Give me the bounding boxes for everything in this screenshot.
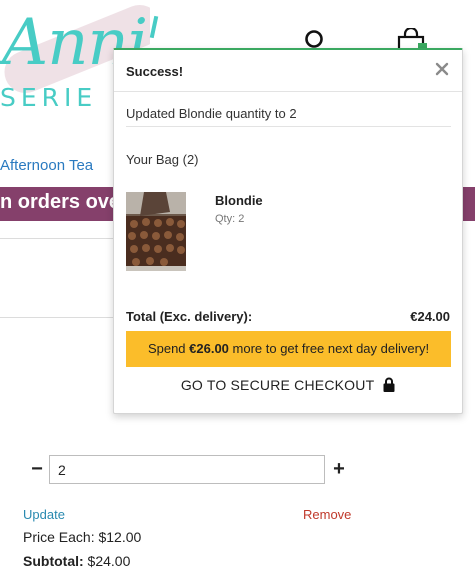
toast-title: Success! <box>126 64 184 79</box>
lock-icon <box>383 377 395 392</box>
toast-header: Success! <box>114 50 462 92</box>
toast-message: Updated Blondie quantity to 2 <box>126 106 297 121</box>
delivery-amount: €26.00 <box>189 341 229 356</box>
divider <box>0 238 114 239</box>
logo-apostrophe <box>149 15 159 39</box>
delivery-prefix: Spend <box>147 341 190 356</box>
checkout-label: GO TO SECURE CHECKOUT <box>180 377 375 393</box>
update-link[interactable]: Update <box>23 507 65 522</box>
total-value: €24.00 <box>410 309 450 324</box>
quantity-increase-button[interactable]: + <box>330 459 348 479</box>
secure-checkout-button[interactable]: GO TO SECURE CHECKOUT <box>114 377 462 393</box>
shopping-bag-icon[interactable] <box>395 28 431 50</box>
subtotal: Subtotal: $24.00 <box>23 553 130 569</box>
price-each-value: $12.00 <box>98 529 142 545</box>
product-quantity: Qty: 2 <box>215 213 245 225</box>
account-icon[interactable] <box>304 29 324 49</box>
total-label: Total (Exc. delivery): <box>126 309 253 324</box>
quantity-decrease-button[interactable]: − <box>29 459 45 479</box>
promo-banner-text: n orders ove <box>0 191 121 213</box>
close-icon[interactable] <box>434 61 450 77</box>
price-each: Price Each: $12.00 <box>23 529 141 545</box>
nav-link-afternoon-tea[interactable]: Afternoon Tea <box>0 157 93 174</box>
delivery-suffix: more to get free next day delivery! <box>228 341 430 356</box>
price-each-label: Price Each: <box>23 529 95 545</box>
success-toast: Success! Updated Blondie quantity to 2 Y… <box>113 48 463 414</box>
subtotal-label: Subtotal: <box>23 553 84 569</box>
subtotal-value: $24.00 <box>87 553 131 569</box>
quantity-input[interactable] <box>49 455 325 484</box>
bag-count-label: Your Bag (2) <box>126 152 199 167</box>
divider <box>0 317 114 318</box>
logo-sub-text: SERIE <box>0 83 98 112</box>
product-thumbnail[interactable] <box>126 192 186 271</box>
free-delivery-notice: Spend €26.00 more to get free next day d… <box>126 331 451 367</box>
remove-link[interactable]: Remove <box>303 507 351 522</box>
divider <box>126 126 451 127</box>
product-name[interactable]: Blondie <box>215 193 263 208</box>
